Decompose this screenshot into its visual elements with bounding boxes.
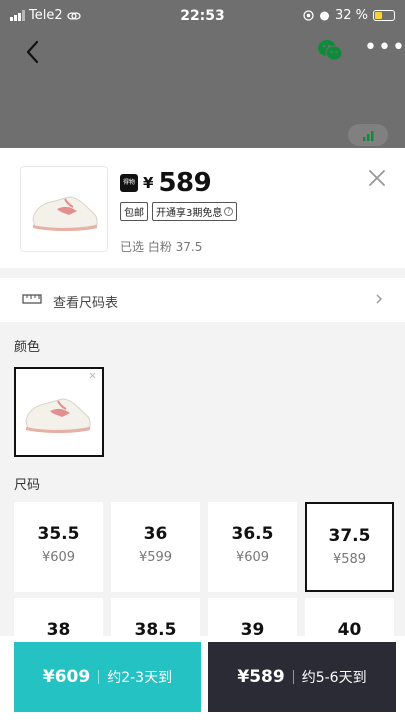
color-section-title: 颜色 bbox=[14, 340, 41, 355]
standard-delivery-buy-button[interactable]: ¥589 约5-6天到 bbox=[208, 642, 396, 712]
standard-price: ¥589 bbox=[237, 667, 285, 687]
fast-delivery-buy-button[interactable]: ¥609 约2-3天到 bbox=[14, 642, 201, 712]
status-right: 32 % bbox=[303, 8, 395, 23]
size-option[interactable]: 35.5 ¥609 bbox=[14, 502, 103, 592]
price-row: 得物 ¥ 589 bbox=[120, 168, 212, 198]
free-shipping-tag: 包邮 bbox=[120, 202, 148, 221]
product-price: 589 bbox=[158, 168, 212, 198]
wechat-icon[interactable] bbox=[316, 37, 344, 63]
size-option[interactable]: 36.5 ¥609 bbox=[208, 502, 297, 592]
more-icon[interactable]: ••• bbox=[364, 37, 405, 66]
fast-eta: 约2-3天到 bbox=[107, 670, 173, 686]
signal-strength-chip bbox=[348, 124, 388, 146]
purchase-bar: ¥609 约2-3天到 ¥589 约5-6天到 bbox=[0, 636, 405, 720]
size-option[interactable]: 36 ¥599 bbox=[111, 502, 200, 592]
divider bbox=[292, 670, 294, 684]
signal-bars-icon bbox=[363, 131, 374, 141]
at-icon bbox=[303, 10, 314, 21]
product-thumbnail bbox=[20, 166, 108, 252]
standard-eta: 约5-6天到 bbox=[301, 670, 367, 686]
currency-symbol: ¥ bbox=[143, 174, 154, 192]
battery-icon bbox=[373, 10, 395, 21]
back-icon[interactable] bbox=[20, 38, 48, 66]
question-icon[interactable]: ? bbox=[224, 207, 234, 216]
size-chart-row[interactable]: 查看尺码表 bbox=[0, 278, 405, 322]
status-bar: Tele2 22:53 32 % bbox=[0, 0, 405, 32]
installment-tag[interactable]: 开通享3期免息? bbox=[152, 202, 238, 221]
chevron-right-icon bbox=[376, 294, 383, 304]
color-option-white-pink[interactable] bbox=[14, 367, 104, 457]
sneaker-image bbox=[32, 196, 98, 231]
size-section-title: 尺码 bbox=[14, 478, 41, 493]
close-icon[interactable] bbox=[367, 168, 387, 188]
brand-logo-icon: 得物 bbox=[120, 174, 138, 192]
divider bbox=[98, 670, 100, 684]
product-header: 得物 ¥ 589 包邮 开通享3期免息? 已选 白粉 37.5 bbox=[0, 148, 405, 268]
size-chart-label: 查看尺码表 bbox=[53, 296, 119, 311]
service-tags: 包邮 开通享3期免息? bbox=[120, 202, 238, 221]
ruler-icon bbox=[22, 294, 42, 304]
battery-percent: 32 % bbox=[334, 8, 368, 23]
sku-selector-sheet: 得物 ¥ 589 包邮 开通享3期免息? 已选 白粉 37.5 查看尺码表 颜色… bbox=[0, 148, 405, 720]
size-option-selected[interactable]: 37.5 ¥589 bbox=[305, 502, 394, 592]
alarm-icon bbox=[319, 11, 329, 21]
fast-price: ¥609 bbox=[42, 667, 91, 687]
top-nav: ••• bbox=[0, 32, 405, 72]
sneaker-image bbox=[25, 372, 96, 433]
selected-variant: 已选 白粉 37.5 bbox=[120, 240, 203, 254]
